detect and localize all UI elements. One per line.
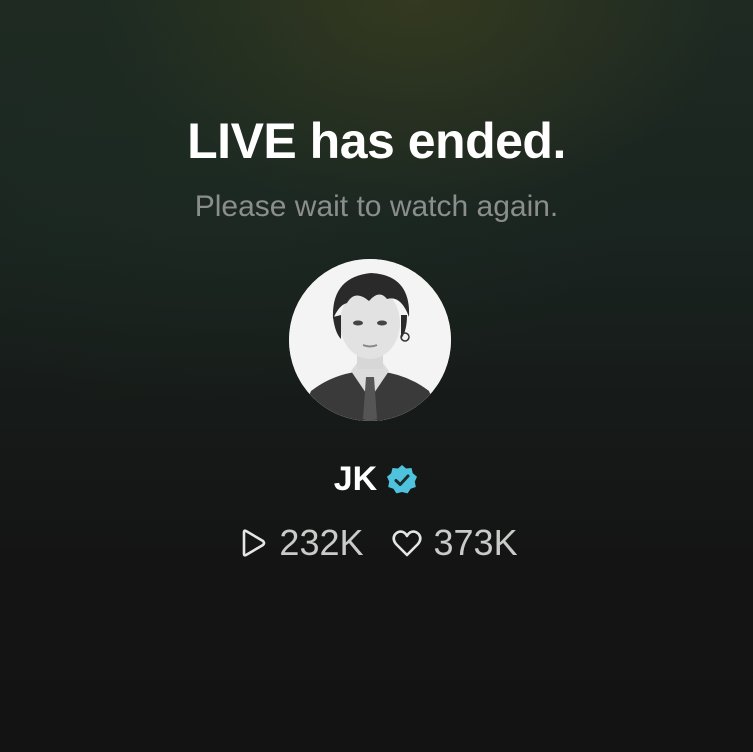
live-ended-screen: LIVE has ended. Please wait to watch aga… xyxy=(0,0,753,752)
artist-avatar[interactable] xyxy=(289,259,451,421)
plays-stat: 232K xyxy=(235,522,364,564)
likes-stat: 373K xyxy=(390,522,518,564)
artist-name: JK xyxy=(333,460,378,498)
likes-count: 373K xyxy=(433,522,518,563)
live-ended-subtitle: Please wait to watch again. xyxy=(194,190,559,223)
avatar-portrait xyxy=(289,259,451,421)
artist-name-row[interactable]: JK xyxy=(0,460,753,499)
plays-count: 232K xyxy=(279,522,364,563)
verified-badge-icon xyxy=(385,463,419,497)
heart-icon xyxy=(390,526,424,560)
live-ended-title: LIVE has ended. xyxy=(187,113,566,169)
stats-row: 232K 373K xyxy=(0,522,753,564)
play-icon xyxy=(235,526,269,560)
